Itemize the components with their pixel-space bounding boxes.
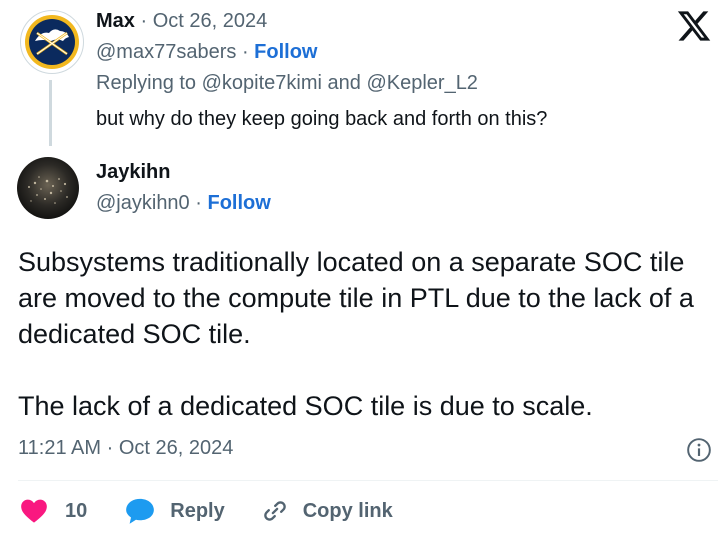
- action-bar: 10 Reply Copy link: [20, 497, 393, 525]
- like-count: 10: [65, 499, 88, 522]
- author-handle[interactable]: @jaykihn0: [96, 192, 190, 214]
- tweet-body: Subsystems traditionally located on a se…: [18, 244, 714, 424]
- tweet-date[interactable]: Oct 26, 2024: [153, 10, 268, 32]
- avatar[interactable]: [17, 157, 79, 219]
- link-icon: [263, 501, 286, 521]
- parent-handle-row: @max77sabers · Follow: [96, 41, 318, 64]
- separator-dot: ·: [241, 41, 249, 63]
- author-handle[interactable]: @max77sabers: [96, 41, 236, 63]
- separator-dot: ·: [140, 10, 148, 32]
- x-logo-icon[interactable]: [676, 8, 712, 44]
- tweet-time[interactable]: 11:21 AM: [18, 437, 101, 459]
- tweet-paragraph: The lack of a dedicated SOC tile is due …: [18, 391, 593, 421]
- reply-label: Reply: [170, 499, 225, 522]
- replying-to: Replying to @kopite7kimi and @Kepler_L2: [96, 72, 478, 95]
- author-name[interactable]: Jaykihn: [96, 161, 170, 183]
- copy-link-button[interactable]: Copy link: [261, 497, 393, 525]
- follow-button[interactable]: Follow: [207, 192, 270, 214]
- info-icon[interactable]: [686, 437, 712, 463]
- replying-to-users[interactable]: @kopite7kimi and @Kepler_L2: [202, 72, 478, 94]
- heart-icon: [21, 499, 47, 523]
- replying-prefix: Replying to: [96, 72, 197, 94]
- divider: [18, 480, 718, 481]
- tweet-timestamp[interactable]: 11:21 AM · Oct 26, 2024: [18, 437, 233, 460]
- night-city-avatar: [17, 157, 79, 219]
- separator-dot: ·: [195, 192, 202, 214]
- tweet-date[interactable]: Oct 26, 2024: [119, 437, 234, 459]
- like-button[interactable]: 10: [20, 498, 87, 524]
- avatar[interactable]: [20, 10, 84, 74]
- parent-tweet-text: but why do they keep going back and fort…: [96, 108, 548, 130]
- author-name[interactable]: Max: [96, 10, 135, 32]
- main-author-name[interactable]: Jaykihn: [96, 161, 170, 184]
- reply-bubble-icon: [126, 498, 155, 524]
- follow-button[interactable]: Follow: [254, 41, 317, 63]
- sabres-logo-icon: [22, 12, 82, 72]
- reply-button[interactable]: Reply: [125, 497, 225, 525]
- copy-link-label: Copy link: [302, 499, 393, 522]
- separator-dot: ·: [106, 437, 114, 459]
- thread-connector-line: [49, 80, 52, 146]
- tweet-paragraph: Subsystems traditionally located on a se…: [18, 247, 694, 349]
- parent-header: Max · Oct 26, 2024: [96, 10, 267, 33]
- main-handle-row: @jaykihn0 · Follow: [96, 192, 271, 215]
